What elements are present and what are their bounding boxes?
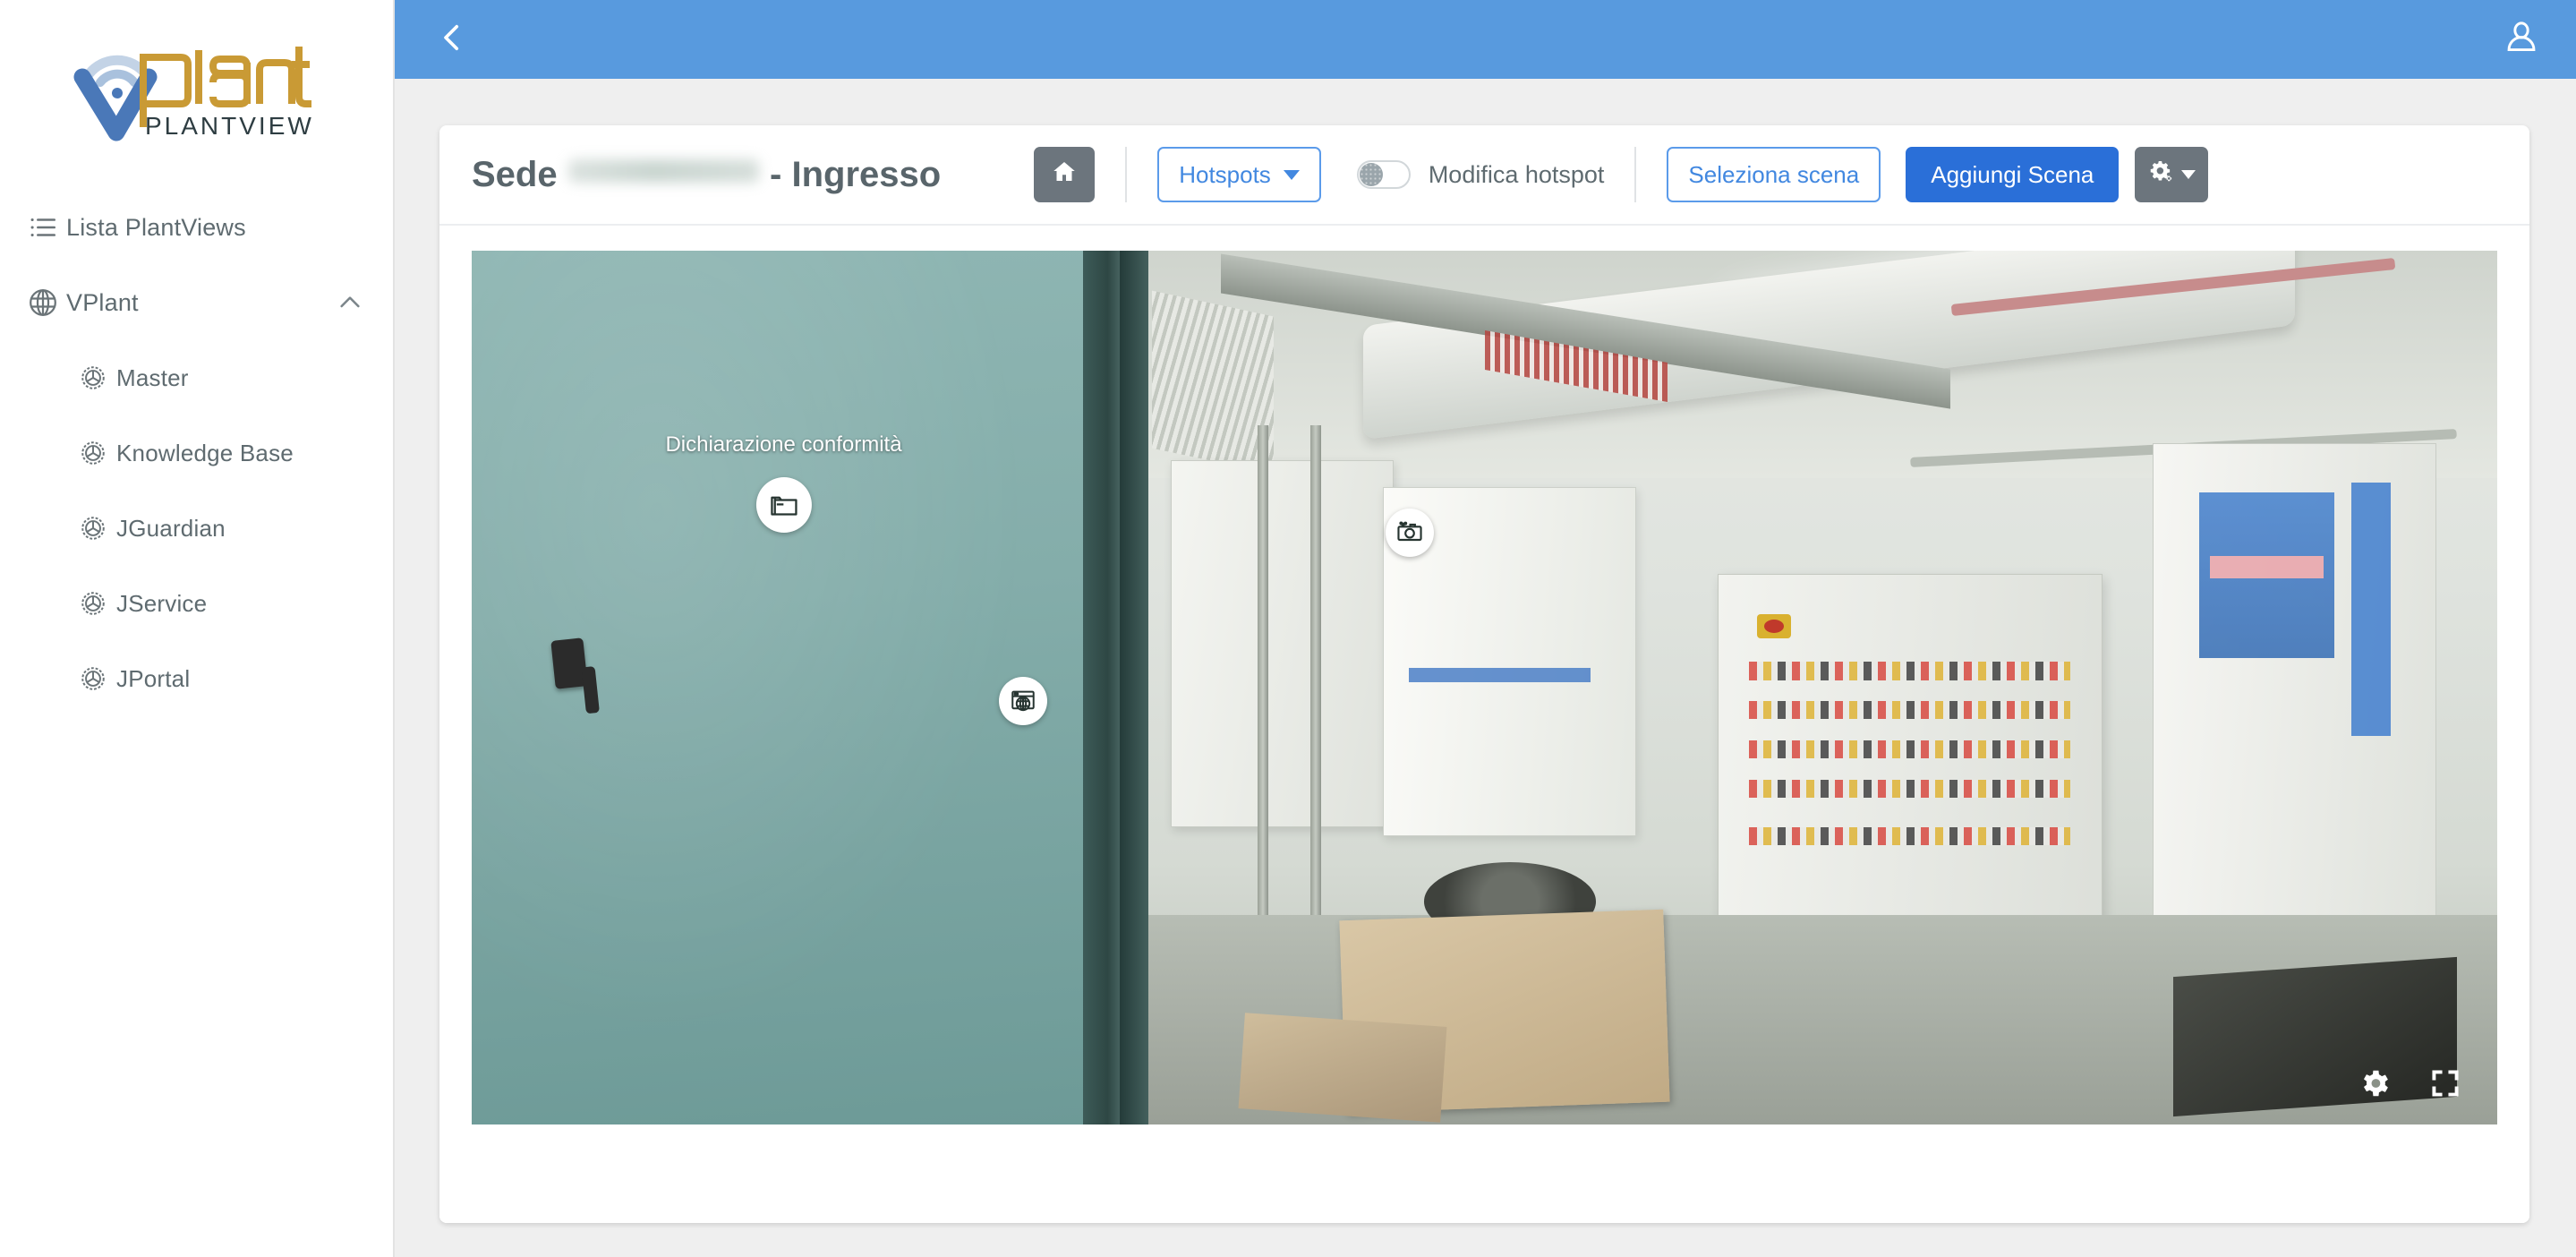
sidebar-item-knowledge-base[interactable]: Knowledge Base xyxy=(0,415,393,491)
globe-icon xyxy=(20,286,66,319)
gear-icon xyxy=(2358,1066,2392,1105)
sidebar-item-label: Knowledge Base xyxy=(116,439,294,466)
content-area: Sede XXXXXXXX - Ingresso xyxy=(395,79,2576,1257)
panorama-fullscreen-button[interactable] xyxy=(2429,1067,2461,1104)
sidebar-item-jservice[interactable]: JService xyxy=(0,566,393,641)
hotspots-dropdown-button[interactable]: Hotspots xyxy=(1157,147,1321,202)
gear-icon xyxy=(70,438,116,468)
sidebar-subnav-vplant: Master Knowledge Base JGuardian JService… xyxy=(0,340,393,716)
panorama-settings-button[interactable] xyxy=(2358,1066,2392,1105)
sidebar: PLANTVIEW Lista PlantViews VPlant Master… xyxy=(0,0,395,1257)
panorama-viewer[interactable]: Dichiarazione conformità xyxy=(472,251,2497,1124)
document-folder-icon xyxy=(755,476,812,533)
scene-toolbar: Sede XXXXXXXX - Ingresso xyxy=(439,125,2529,226)
camera-icon xyxy=(1385,509,1434,558)
sidebar-item-label: JService xyxy=(116,589,208,617)
scene-card: Sede XXXXXXXX - Ingresso xyxy=(439,125,2529,1223)
fullscreen-icon xyxy=(2429,1067,2461,1104)
edit-hotspot-toggle-group[interactable]: Modifica hotspot xyxy=(1356,160,1605,189)
edit-hotspot-toggle[interactable] xyxy=(1356,160,1411,189)
sidebar-item-label: JGuardian xyxy=(116,514,226,542)
chevron-left-icon xyxy=(433,19,471,61)
title-prefix: Sede xyxy=(472,154,558,194)
page-title: Sede XXXXXXXX - Ingresso xyxy=(472,155,941,195)
add-scene-label: Aggiungi Scena xyxy=(1931,160,2094,188)
select-scene-button[interactable]: Seleziona scena xyxy=(1667,147,1881,202)
sidebar-item-label: Master xyxy=(116,363,189,391)
sidebar-item-label: VPlant xyxy=(66,288,139,316)
chevron-down-icon xyxy=(1283,169,1300,180)
sidebar-item-lista-plantviews[interactable]: Lista PlantViews xyxy=(0,190,393,265)
hotspots-label: Hotspots xyxy=(1179,160,1271,188)
sidebar-item-label: JPortal xyxy=(116,664,191,692)
panorama-wrapper: Dichiarazione conformità xyxy=(439,226,2529,1124)
gears-icon xyxy=(2147,158,2174,192)
svg-text:PLANTVIEW: PLANTVIEW xyxy=(145,112,314,140)
card-footer xyxy=(439,1124,2529,1223)
main-region: Sede XXXXXXXX - Ingresso xyxy=(395,0,2576,1257)
back-button[interactable] xyxy=(427,14,477,64)
add-scene-button[interactable]: Aggiungi Scena xyxy=(1906,147,2120,202)
toggle-knob xyxy=(1359,163,1383,186)
sidebar-item-jportal[interactable]: JPortal xyxy=(0,641,393,716)
user-menu-button[interactable] xyxy=(2492,13,2551,66)
top-header-bar xyxy=(395,0,2576,79)
application-root: PLANTVIEW Lista PlantViews VPlant Master… xyxy=(0,0,2576,1257)
hotspot-web-link[interactable] xyxy=(998,676,1047,725)
hotspot-label: Dichiarazione conformità xyxy=(665,432,902,457)
toolbar-divider xyxy=(1125,147,1128,202)
sidebar-item-label: Lista PlantViews xyxy=(66,213,246,241)
home-icon xyxy=(1051,158,1078,192)
home-scene-button[interactable] xyxy=(1034,147,1096,202)
gear-icon xyxy=(70,663,116,694)
hotspot-overlay: Dichiarazione conformità xyxy=(472,251,2497,1124)
gear-icon xyxy=(70,588,116,619)
list-icon xyxy=(20,212,66,243)
web-globe-window-icon xyxy=(998,676,1047,725)
sidebar-item-master[interactable]: Master xyxy=(0,340,393,415)
gear-icon xyxy=(70,513,116,543)
title-redacted-company: XXXXXXXX xyxy=(567,158,760,183)
chevron-down-icon xyxy=(2181,170,2196,179)
gear-icon xyxy=(70,363,116,393)
app-logo[interactable]: PLANTVIEW xyxy=(0,0,393,177)
sidebar-item-jguardian[interactable]: JGuardian xyxy=(0,491,393,566)
title-suffix: - Ingresso xyxy=(770,154,942,194)
chevron-up-icon[interactable] xyxy=(336,288,364,317)
edit-hotspot-label: Modifica hotspot xyxy=(1428,160,1605,188)
sidebar-nav: Lista PlantViews VPlant Master Knowledge… xyxy=(0,190,393,716)
sidebar-item-vplant[interactable]: VPlant xyxy=(0,265,393,340)
select-scene-label: Seleziona scena xyxy=(1688,160,1860,188)
panorama-controls xyxy=(2358,1066,2461,1105)
hotspot-camera[interactable] xyxy=(1385,509,1434,558)
hotspot-dichiarazione-conformita[interactable]: Dichiarazione conformità xyxy=(665,432,902,533)
toolbar-divider-2 xyxy=(1634,147,1637,202)
vplant-logo-icon: PLANTVIEW xyxy=(73,47,314,141)
user-account-icon xyxy=(2502,18,2541,62)
scene-settings-dropdown-button[interactable] xyxy=(2135,147,2209,202)
